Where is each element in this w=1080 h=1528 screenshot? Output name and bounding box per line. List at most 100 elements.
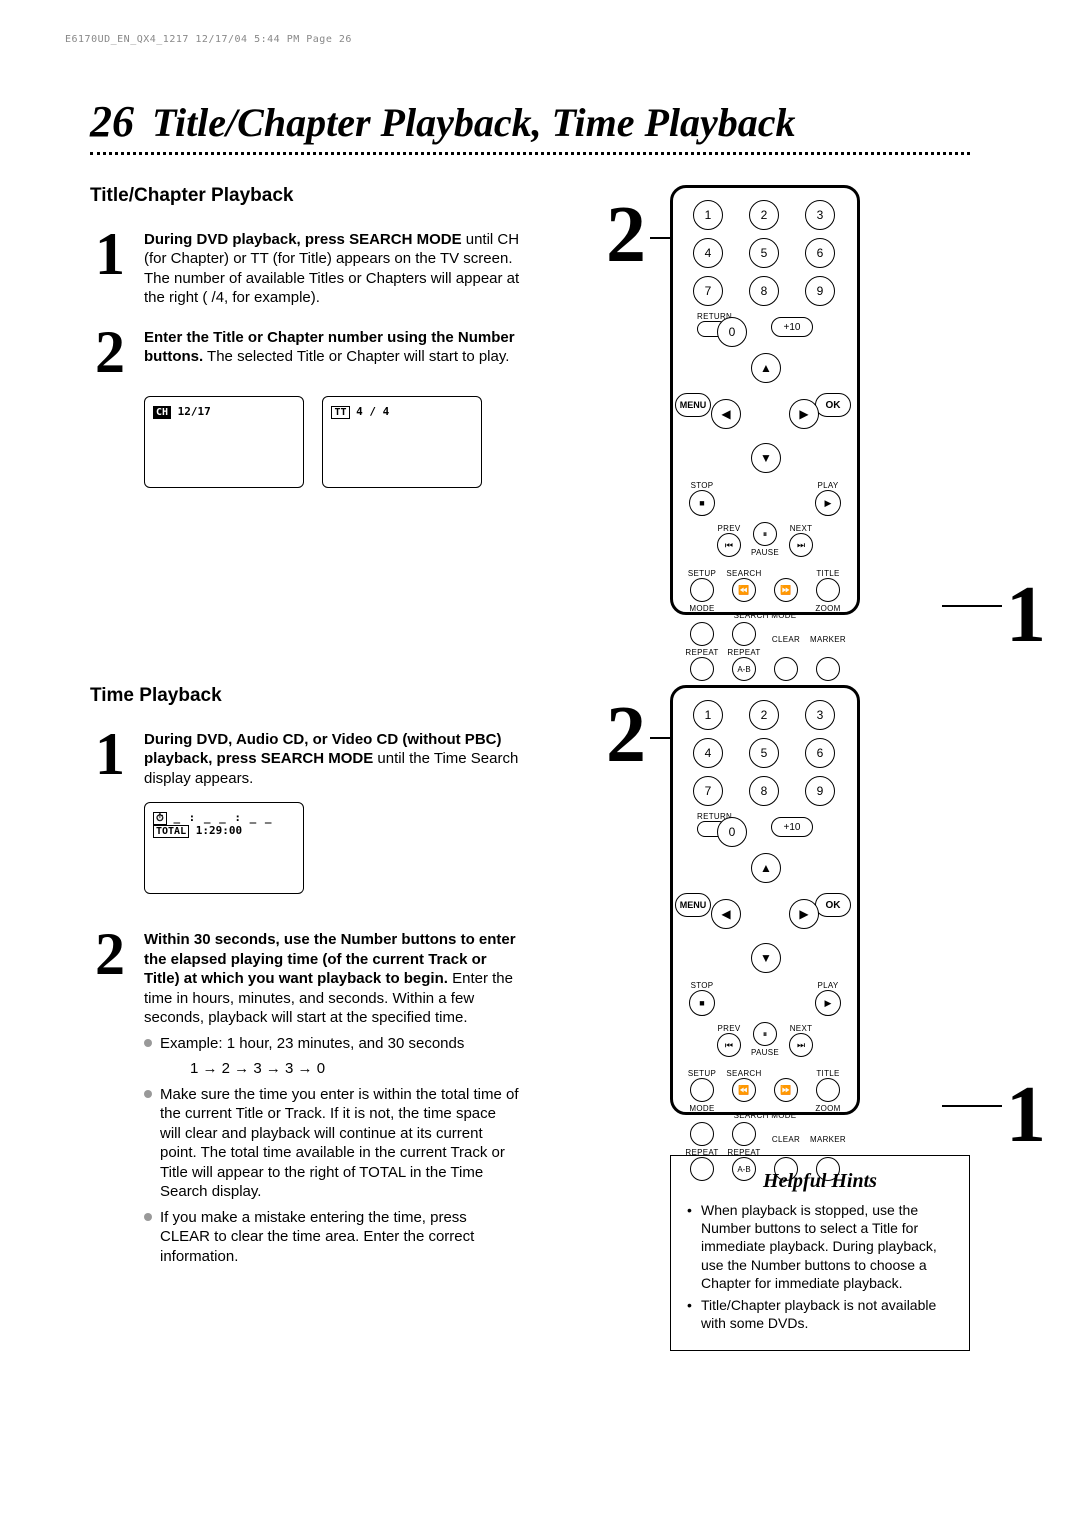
search-label: SEARCH: [726, 569, 761, 578]
num-1[interactable]: 1: [693, 200, 723, 230]
num-9-b[interactable]: 9: [805, 776, 835, 806]
clear-label: CLEAR: [772, 635, 800, 644]
zoom-ctrl-button-b[interactable]: [732, 1122, 756, 1146]
step-a2: 2 Enter the Title or Chapter number usin…: [90, 322, 520, 382]
step-a1: 1 During DVD playback, press SEARCH MODE…: [90, 224, 520, 308]
search-label-b: SEARCH: [726, 1069, 761, 1078]
left-button[interactable]: ◀: [711, 399, 741, 429]
up-button-b[interactable]: ▲: [751, 853, 781, 883]
plus-10[interactable]: +10: [771, 317, 813, 337]
down-button[interactable]: ▼: [751, 443, 781, 473]
callout-line-1b: [942, 1105, 1002, 1107]
osd-ch-box: CH 12/17: [144, 396, 304, 488]
plus-10-b[interactable]: +10: [771, 817, 813, 837]
num-6[interactable]: 6: [805, 238, 835, 268]
search-rew-button-b[interactable]: ⏪: [732, 1078, 756, 1102]
setup-label: SETUP: [688, 569, 716, 578]
remote-diagram-1: 2 1 1 2 3 4 5 6 7 8 9 RETURN: [670, 185, 970, 625]
page-title-row: 26 Title/Chapter Playback, Time Playback: [90, 100, 970, 155]
zoom-label-b: ZOOM: [815, 1104, 840, 1113]
down-button-b[interactable]: ▼: [751, 943, 781, 973]
num-3-b[interactable]: 3: [805, 700, 835, 730]
stop-button-b[interactable]: ■: [689, 990, 715, 1016]
hints-title: Helpful Hints: [687, 1170, 953, 1193]
callout-line-1a: [942, 605, 1002, 607]
title-button-b[interactable]: [816, 1078, 840, 1102]
remote-body-2: 1 2 3 4 5 6 7 8 9 RETURN 0 +10: [670, 685, 860, 1115]
up-button[interactable]: ▲: [751, 353, 781, 383]
section-a-heading: Title/Chapter Playback: [90, 185, 520, 208]
num-3[interactable]: 3: [805, 200, 835, 230]
marker-button[interactable]: [816, 657, 840, 681]
num-7[interactable]: 7: [693, 276, 723, 306]
example-bullet: Example: 1 hour, 23 minutes, and 30 seco…: [144, 1034, 520, 1054]
setup-button-b[interactable]: [690, 1078, 714, 1102]
num-2-b[interactable]: 2: [749, 700, 779, 730]
zoom-ctrl-button[interactable]: [732, 622, 756, 646]
mode-label-b: MODE: [689, 1104, 714, 1113]
ok-button-b[interactable]: OK: [815, 893, 851, 917]
page-title: Title/Chapter Playback, Time Playback: [152, 103, 796, 143]
title-label: TITLE: [816, 569, 839, 578]
stop-label: STOP: [691, 481, 714, 490]
osd-time-box: ⏱ _ : _ _ : _ _ TOTAL 1:29:00: [144, 802, 304, 894]
osd-ch-value: 12/17: [178, 405, 211, 418]
repeat-label: REPEAT: [685, 648, 718, 657]
stop-button[interactable]: ■: [689, 490, 715, 516]
num-8[interactable]: 8: [749, 276, 779, 306]
num-7-b[interactable]: 7: [693, 776, 723, 806]
num-5-b[interactable]: 5: [749, 738, 779, 768]
right-button[interactable]: ▶: [789, 399, 819, 429]
callout-2-upper: 2: [606, 195, 646, 275]
left-column-2: Time Playback 1 During DVD, Audio CD, or…: [90, 685, 520, 1286]
pause-label: PAUSE: [751, 548, 779, 557]
num-0[interactable]: 0: [717, 317, 747, 347]
repeat-ab-label: REPEAT: [727, 648, 760, 657]
mode-button-b[interactable]: [690, 1122, 714, 1146]
prev-button-b[interactable]: ⏮: [717, 1033, 741, 1057]
search-fwd-button[interactable]: ⏩: [774, 578, 798, 602]
mode-button[interactable]: [690, 622, 714, 646]
play-button[interactable]: ▶: [815, 490, 841, 516]
num-9[interactable]: 9: [805, 276, 835, 306]
prev-button[interactable]: ⏮: [717, 533, 741, 557]
clear-button[interactable]: [774, 657, 798, 681]
hint-1: When playback is stopped, use the Number…: [687, 1201, 953, 1292]
next-button[interactable]: ⏭: [789, 533, 813, 557]
pause-button-b[interactable]: ⏸: [753, 1022, 777, 1046]
menu-button-b[interactable]: MENU: [675, 893, 711, 917]
num-4[interactable]: 4: [693, 238, 723, 268]
num-6-b[interactable]: 6: [805, 738, 835, 768]
dpad: MENU OK ▲ ▼ ◀ ▶: [705, 353, 825, 473]
search-fwd-button-b[interactable]: ⏩: [774, 1078, 798, 1102]
next-label: NEXT: [790, 524, 813, 533]
search-rew-button[interactable]: ⏪: [732, 578, 756, 602]
num-4-b[interactable]: 4: [693, 738, 723, 768]
osd-time-row: ⏱ _ : _ _ : _ _ TOTAL 1:29:00: [90, 802, 520, 894]
num-8-b[interactable]: 8: [749, 776, 779, 806]
pause-label-b: PAUSE: [751, 1048, 779, 1057]
ok-button[interactable]: OK: [815, 393, 851, 417]
num-0-b[interactable]: 0: [717, 817, 747, 847]
repeat-ab-button[interactable]: A-B: [732, 657, 756, 681]
menu-button[interactable]: MENU: [675, 393, 711, 417]
num-5[interactable]: 5: [749, 238, 779, 268]
next-button-b[interactable]: ⏭: [789, 1033, 813, 1057]
repeat-button[interactable]: [690, 657, 714, 681]
setup-button[interactable]: [690, 578, 714, 602]
right-button-b[interactable]: ▶: [789, 899, 819, 929]
callout-2-lower: 2: [606, 695, 646, 775]
print-header: E6170UD_EN_QX4_1217 12/17/04 5:44 PM Pag…: [65, 34, 352, 45]
play-button-b[interactable]: ▶: [815, 990, 841, 1016]
pause-button[interactable]: ⏸: [753, 522, 777, 546]
left-button-b[interactable]: ◀: [711, 899, 741, 929]
title-button[interactable]: [816, 578, 840, 602]
section-b-heading: Time Playback: [90, 685, 520, 708]
step-a1-bold: During DVD playback, press SEARCH MODE: [144, 231, 462, 248]
callout-1-lower: 1: [1006, 1075, 1046, 1155]
osd-row: CH 12/17 TT 4 / 4: [90, 396, 520, 488]
step-a2-rest: The selected Title or Chapter will start…: [203, 348, 509, 365]
num-2[interactable]: 2: [749, 200, 779, 230]
hint-2: Title/Chapter playback is not available …: [687, 1296, 953, 1332]
num-1-b[interactable]: 1: [693, 700, 723, 730]
